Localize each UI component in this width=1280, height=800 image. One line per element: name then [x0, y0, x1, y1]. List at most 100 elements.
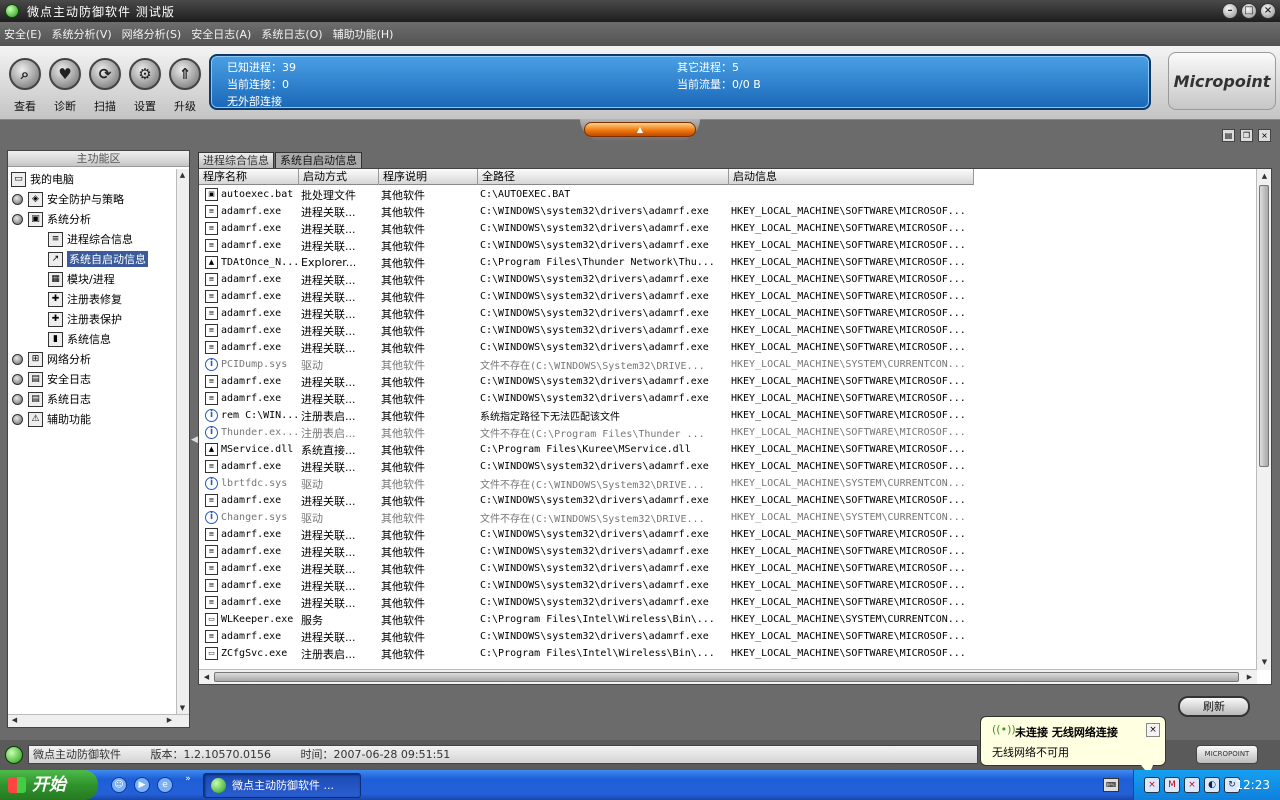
tree-item[interactable]: ⚠ 辅助功能: [12, 409, 91, 429]
tree-item[interactable]: ▦ 模块/进程: [48, 269, 115, 289]
scroll-up-icon[interactable]: ▲: [1259, 171, 1270, 182]
tree-item[interactable]: ▭ 我的电脑: [11, 169, 74, 189]
menu-item[interactable]: 安全(E): [4, 26, 42, 42]
tree-item[interactable]: ▤ 安全日志: [12, 369, 91, 389]
menu-item[interactable]: 系统分析(V): [52, 26, 112, 42]
taskbar-item-micropoint[interactable]: 微点主动防御软件 ...: [203, 773, 361, 798]
tree-item[interactable]: ◈ 安全防护与策略: [12, 189, 124, 209]
tab[interactable]: 系统自启动信息: [275, 152, 362, 168]
keyboard-icon[interactable]: ⌨: [1103, 778, 1119, 792]
scroll-left-icon[interactable]: ◀: [9, 715, 20, 726]
scroll-thumb[interactable]: [1259, 185, 1269, 467]
expand-icon[interactable]: [12, 413, 23, 425]
quicklaunch-user-icon[interactable]: ☺: [111, 777, 127, 793]
toolbar-button[interactable]: ⚙ 设置: [125, 56, 165, 114]
quicklaunch-media-icon[interactable]: ▶: [134, 777, 150, 793]
tree-vertical-scrollbar[interactable]: ▲ ▼: [176, 169, 189, 715]
expand-icon[interactable]: [12, 213, 23, 225]
tile-view-icon[interactable]: ▤: [1222, 129, 1235, 142]
list-vertical-scrollbar[interactable]: ▲ ▼: [1256, 169, 1271, 670]
tree-item[interactable]: ✚ 注册表修复: [48, 289, 122, 309]
balloon-close-icon[interactable]: ×: [1146, 723, 1160, 737]
start-button[interactable]: 开始: [0, 770, 98, 800]
security-tray-icon[interactable]: ◐: [1204, 777, 1220, 793]
title-bar[interactable]: 微点主动防御软件 测试版 – □ ×: [0, 0, 1280, 22]
table-row[interactable]: i lbrtfdc.sys 驱动 其他软件 文件不存在(C:\WINDOWS\Syste…: [199, 475, 1257, 492]
micropoint-tray-icon[interactable]: M: [1164, 777, 1180, 793]
tree-item[interactable]: ⊞ 网络分析: [12, 349, 91, 369]
table-row[interactable]: ▲ TDAtOnce_N... Explorer... 其他软件 C:\Program …: [199, 254, 1257, 271]
scroll-right-icon[interactable]: ▶: [164, 715, 175, 726]
table-row[interactable]: ≡ adamrf.exe 进程关联... 其他软件 C:\WINDOWS\system3…: [199, 271, 1257, 288]
table-row[interactable]: ≡ adamrf.exe 进程关联... 其他软件 C:\WINDOWS\system3…: [199, 526, 1257, 543]
column-header[interactable]: 程序名称: [199, 169, 299, 185]
list-horizontal-scrollbar[interactable]: ◀ ▶: [199, 669, 1257, 684]
table-row[interactable]: ▣ autoexec.bat 批处理文件 其他软件 C:\AUTOEXEC.BAT: [199, 186, 1257, 203]
scroll-down-icon[interactable]: ▼: [1259, 657, 1270, 668]
minimize-button[interactable]: –: [1222, 3, 1238, 19]
table-row[interactable]: i Changer.sys 驱动 其他软件 文件不存在(C:\WINDOWS\Syste…: [199, 509, 1257, 526]
table-row[interactable]: ≡ adamrf.exe 进程关联... 其他软件 C:\WINDOWS\system3…: [199, 305, 1257, 322]
collapse-handle[interactable]: ▲: [580, 119, 700, 141]
table-row[interactable]: ≡ adamrf.exe 进程关联... 其他软件 C:\WINDOWS\system3…: [199, 628, 1257, 645]
tree-item[interactable]: ▮ 系统信息: [48, 329, 111, 349]
table-row[interactable]: ≡ adamrf.exe 进程关联... 其他软件 C:\WINDOWS\system3…: [199, 373, 1257, 390]
quicklaunch-expand-icon[interactable]: »: [180, 772, 196, 788]
scroll-thumb[interactable]: [214, 672, 1239, 682]
tree-horizontal-scrollbar[interactable]: ◀ ▶: [8, 714, 189, 727]
restore-view-icon[interactable]: ❐: [1240, 129, 1253, 142]
toolbar-button[interactable]: ⟳ 扫描: [85, 56, 125, 114]
menu-item[interactable]: 安全日志(A): [191, 26, 251, 42]
tab[interactable]: 进程综合信息: [198, 152, 274, 168]
scroll-left-icon[interactable]: ◀: [201, 672, 212, 683]
table-row[interactable]: ≡ adamrf.exe 进程关联... 其他软件 C:\WINDOWS\system3…: [199, 577, 1257, 594]
table-row[interactable]: ≡ adamrf.exe 进程关联... 其他软件 C:\WINDOWS\system3…: [199, 220, 1257, 237]
menu-item[interactable]: 网络分析(S): [122, 26, 182, 42]
network-notification-balloon[interactable]: ((•)) 未连接 无线网络连接 无线网络不可用 ×: [980, 716, 1166, 775]
table-row[interactable]: ≡ adamrf.exe 进程关联... 其他软件 C:\WINDOWS\system3…: [199, 492, 1257, 509]
table-row[interactable]: ≡ adamrf.exe 进程关联... 其他软件 C:\WINDOWS\system3…: [199, 237, 1257, 254]
table-row[interactable]: ≡ adamrf.exe 进程关联... 其他软件 C:\WINDOWS\system3…: [199, 203, 1257, 220]
scroll-up-icon[interactable]: ▲: [177, 170, 188, 181]
quicklaunch-ie-icon[interactable]: e: [157, 777, 173, 793]
table-row[interactable]: ≡ adamrf.exe 进程关联... 其他软件 C:\WINDOWS\system3…: [199, 594, 1257, 611]
column-header[interactable]: 启动方式: [299, 169, 379, 185]
toolbar-button[interactable]: ♥ 诊断: [45, 56, 85, 114]
table-row[interactable]: ≡ adamrf.exe 进程关联... 其他软件 C:\WINDOWS\system3…: [199, 458, 1257, 475]
toolbar-button[interactable]: ⇑ 升级: [165, 56, 205, 114]
scroll-down-icon[interactable]: ▼: [177, 703, 188, 714]
close-view-icon[interactable]: ×: [1258, 129, 1271, 142]
tree-item[interactable]: ▣ 系统分析: [12, 209, 91, 229]
tree-item[interactable]: ▤ 系统日志: [12, 389, 91, 409]
tree-item[interactable]: ≡ 进程综合信息: [48, 229, 133, 249]
table-row[interactable]: ▭ WLKeeper.exe 服务 其他软件 C:\Program Files\Inte…: [199, 611, 1257, 628]
network-disconnected-icon[interactable]: ×: [1144, 777, 1160, 793]
refresh-button[interactable]: 刷新: [1178, 696, 1250, 717]
toolbar-button[interactable]: ⌕ 查看: [5, 56, 45, 114]
table-row[interactable]: ≡ adamrf.exe 进程关联... 其他软件 C:\WINDOWS\system3…: [199, 390, 1257, 407]
table-row[interactable]: ≡ adamrf.exe 进程关联... 其他软件 C:\WINDOWS\system3…: [199, 543, 1257, 560]
table-row[interactable]: ≡ adamrf.exe 进程关联... 其他软件 C:\WINDOWS\system3…: [199, 560, 1257, 577]
tree-item[interactable]: ✚ 注册表保护: [48, 309, 122, 329]
scroll-right-icon[interactable]: ▶: [1244, 672, 1255, 683]
expand-icon[interactable]: [12, 373, 23, 385]
table-row[interactable]: ▲ MService.dll 系统直接... 其他软件 C:\Program Files…: [199, 441, 1257, 458]
close-button[interactable]: ×: [1260, 3, 1276, 19]
expand-icon[interactable]: [12, 353, 23, 365]
tree-item[interactable]: ↗ 系统自启动信息: [48, 249, 148, 269]
table-row[interactable]: ≡ adamrf.exe 进程关联... 其他软件 C:\WINDOWS\system3…: [199, 339, 1257, 356]
table-row[interactable]: i rem C:\WIN... 注册表启... 其他软件 系统指定路径下无法匹配该文件 H…: [199, 407, 1257, 424]
maximize-button[interactable]: □: [1241, 3, 1257, 19]
expand-icon[interactable]: [12, 193, 23, 205]
menu-item[interactable]: 辅助功能(H): [333, 26, 394, 42]
table-row[interactable]: ≡ adamrf.exe 进程关联... 其他软件 C:\WINDOWS\system3…: [199, 288, 1257, 305]
column-header[interactable]: 全路径: [478, 169, 729, 185]
collapse-left-icon[interactable]: ◀: [191, 435, 198, 445]
expand-icon[interactable]: [12, 393, 23, 405]
table-row[interactable]: ▭ ZCfgSvc.exe 注册表启... 其他软件 C:\Program Files\…: [199, 645, 1257, 662]
column-header[interactable]: 程序说明: [379, 169, 478, 185]
table-row[interactable]: i Thunder.ex... 注册表启... 其他软件 文件不存在(C:\Progra…: [199, 424, 1257, 441]
menu-item[interactable]: 系统日志(O): [261, 26, 322, 42]
collapse-up-icon[interactable]: ▲: [584, 122, 696, 137]
table-row[interactable]: i PCIDump.sys 驱动 其他软件 文件不存在(C:\WINDOWS\Syste…: [199, 356, 1257, 373]
